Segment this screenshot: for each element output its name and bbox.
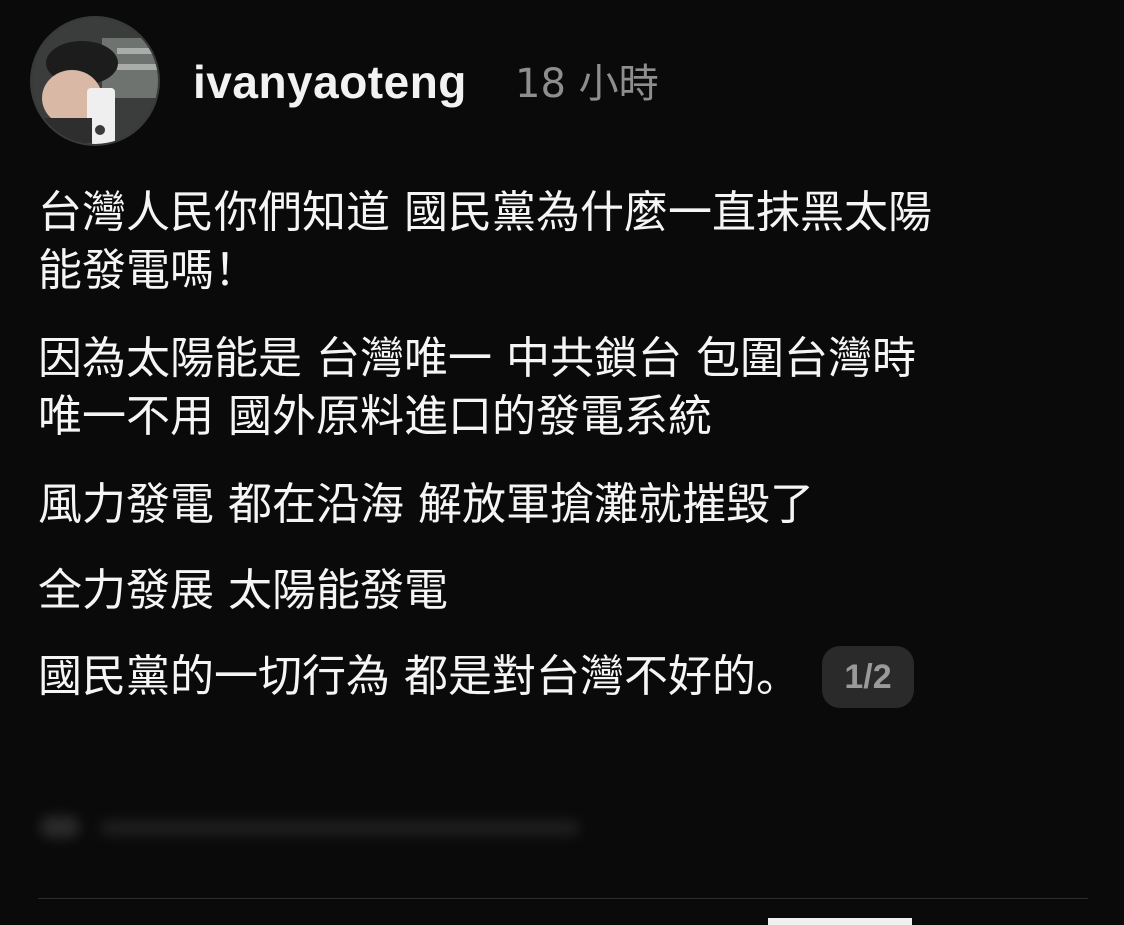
paragraph-line: 風力發電 都在沿海 解放軍搶灘就摧毀了 — [38, 479, 814, 530]
threads-post: ivanyaoteng 18 小時 台灣人民你們知道 國民黨為什麼一直抹黑太陽 … — [0, 0, 1124, 925]
paragraph-2: 因為太陽能是 台灣唯一 中共鎖台 包圍台灣時 唯一不用 國外原料進口的發電系統 — [38, 330, 1098, 446]
page-indicator-badge[interactable]: 1/2 — [822, 646, 914, 708]
paragraph-4: 全力發展 太陽能發電 — [38, 562, 1098, 620]
post-body: 台灣人民你們知道 國民黨為什麼一直抹黑太陽 能發電嗎！ 因為太陽能是 台灣唯一 … — [38, 184, 1098, 732]
home-indicator[interactable] — [768, 918, 912, 925]
paragraph-line: 能發電嗎！ — [38, 245, 258, 296]
divider — [38, 898, 1088, 899]
post-timestamp: 18 小時 — [515, 61, 659, 107]
blurred-icon — [40, 816, 80, 838]
username-link[interactable]: ivanyaoteng — [193, 54, 467, 110]
paragraph-line: 國民黨的一切行為 都是對台灣不好的。 — [38, 651, 800, 702]
user-avatar[interactable] — [30, 16, 160, 146]
paragraph-line: 唯一不用 國外原料進口的發電系統 — [38, 391, 712, 442]
paragraph-line: 全力發展 太陽能發電 — [38, 565, 448, 616]
avatar-photo-icon — [32, 18, 158, 144]
blurred-bar — [100, 820, 580, 836]
paragraph-line: 台灣人民你們知道 國民黨為什麼一直抹黑太陽 — [38, 187, 932, 238]
paragraph-3: 風力發電 都在沿海 解放軍搶灘就摧毀了 — [38, 476, 1098, 534]
blurred-actions-row — [40, 810, 600, 846]
paragraph-5: 國民黨的一切行為 都是對台灣不好的。 1/2 — [38, 646, 1098, 708]
paragraph-1: 台灣人民你們知道 國民黨為什麼一直抹黑太陽 能發電嗎！ — [38, 184, 1098, 300]
paragraph-line: 因為太陽能是 台灣唯一 中共鎖台 包圍台灣時 — [38, 333, 916, 384]
